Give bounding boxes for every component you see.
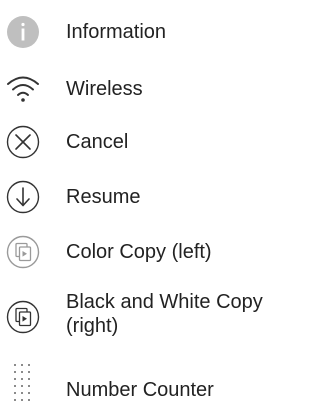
icon-legend: Information Wireless Cancel Resume Color…	[0, 0, 273, 405]
number-counter-icon	[6, 362, 40, 405]
legend-label-color-copy: Color Copy (left)	[66, 241, 212, 263]
legend-item-black-white-copy: Black and White Copy (right)	[0, 290, 273, 344]
legend-item-resume: Resume	[0, 179, 273, 215]
legend-label-cancel: Cancel	[66, 131, 129, 153]
legend-label-resume: Resume	[66, 186, 141, 208]
legend-item-wireless: Wireless	[0, 71, 273, 107]
legend-label-information: Information	[66, 21, 167, 43]
wireless-icon	[6, 72, 40, 106]
legend-item-color-copy: Color Copy (left)	[0, 234, 273, 270]
legend-item-cancel: Cancel	[0, 124, 273, 160]
legend-label-wireless: Wireless	[66, 78, 143, 100]
resume-icon	[6, 180, 40, 214]
color-copy-icon	[6, 235, 40, 269]
legend-label-black-white-copy: Black and White Copy (right)	[66, 291, 263, 337]
cancel-icon	[6, 125, 40, 159]
black-white-copy-icon	[6, 300, 40, 334]
legend-label-number-counter: Number Counter	[66, 379, 214, 401]
information-icon	[6, 15, 40, 49]
legend-item-information: Information	[0, 14, 273, 50]
legend-item-number-counter: Number Counter	[0, 362, 273, 405]
